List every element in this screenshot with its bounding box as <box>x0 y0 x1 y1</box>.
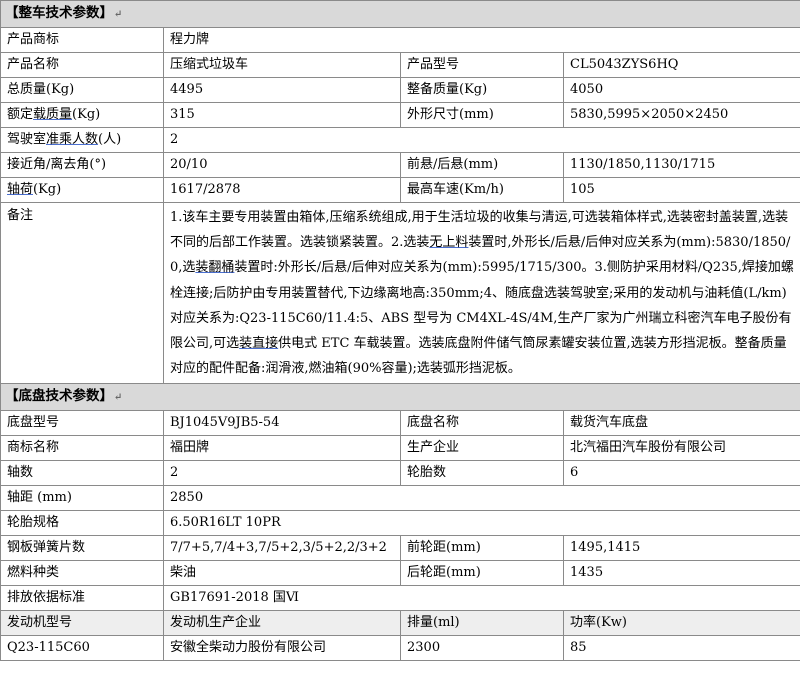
spec-table: 【整车技术参数】↵ 产品商标 程力牌 产品名称 压缩式垃圾车 产品型号 CL50… <box>0 0 800 662</box>
axle-load-label-unit: (Kg) <box>33 182 62 197</box>
brand-label: 产品商标 <box>0 27 164 53</box>
table-row: 额定载质量(Kg) 315 外形尺寸(mm) 5830,5995×2050×24… <box>0 102 800 128</box>
cab-seats-value: 2 <box>162 127 800 153</box>
remark-underlined: 无上料 <box>429 235 469 251</box>
table-row: 轴距 (mm) 2850 <box>0 485 800 512</box>
axles-value: 2 <box>163 460 401 487</box>
engine-maker-value: 安徽全柴动力股份有限公司 <box>163 635 401 662</box>
total-mass-label: 总质量(Kg) <box>0 77 164 103</box>
table-row: 驾驶室准乘人数(人) 2 <box>0 127 800 153</box>
rated-load-label-unit: (Kg) <box>72 107 101 122</box>
chassis-model-label: 底盘型号 <box>0 410 164 437</box>
chassis-brand-label: 商标名称 <box>0 435 164 462</box>
engine-model-header: 发动机型号 <box>0 610 164 637</box>
rated-load-value: 315 <box>163 102 401 128</box>
emission-value: GB17691-2018 国Ⅵ <box>162 585 800 612</box>
table-row: 总质量(Kg) 4495 整备质量(Kg) 4050 <box>0 77 800 103</box>
total-mass-value: 4495 <box>163 77 401 103</box>
product-name-label: 产品名称 <box>0 52 164 78</box>
chassis-name-label: 底盘名称 <box>400 410 564 437</box>
tire-spec-value: 6.50R16LT 10PR <box>162 510 800 537</box>
engine-maker-header: 发动机生产企业 <box>163 610 401 637</box>
remark-label: 备注 <box>0 201 164 385</box>
chassis-maker-value: 北汽福田汽车股份有限公司 <box>562 435 800 462</box>
power-value: 85 <box>562 635 800 662</box>
springs-value: 7/7+5,7/4+3,7/5+2,3/5+2,2/3+2 <box>163 535 401 562</box>
max-speed-label: 最高车速(Km/h) <box>400 177 564 203</box>
section-title: 【整车技术参数】 <box>5 5 113 21</box>
product-model-label: 产品型号 <box>400 52 564 78</box>
table-row: 商标名称 福田牌 生产企业 北汽福田汽车股份有限公司 <box>0 435 800 462</box>
axles-label: 轴数 <box>0 460 164 487</box>
fuel-value: 柴油 <box>163 560 401 587</box>
engine-header-row: 发动机型号 发动机生产企业 排量(ml) 功率(Kw) <box>0 610 800 637</box>
angles-label: 接近角/离去角(°) <box>0 152 164 178</box>
remark-underlined: 装直接 <box>239 336 279 352</box>
dimensions-label: 外形尺寸(mm) <box>400 102 564 128</box>
engine-model-value: Q23-115C60 <box>0 635 164 662</box>
engine-data-row: Q23-115C60 安徽全柴动力股份有限公司 2300 85 <box>0 635 800 662</box>
angles-value: 20/10 <box>163 152 401 178</box>
emission-label: 排放依据标准 <box>0 585 164 612</box>
tires-count-value: 6 <box>562 460 800 487</box>
table-row: 钢板弹簧片数 7/7+5,7/4+3,7/5+2,3/5+2,2/3+2 前轮距… <box>0 535 800 562</box>
axle-load-label-underlined: 轴荷 <box>7 182 34 197</box>
rear-track-label: 后轮距(mm) <box>400 560 564 587</box>
chassis-maker-label: 生产企业 <box>400 435 564 462</box>
table-row: 产品名称 压缩式垃圾车 产品型号 CL5043ZYS6HQ <box>0 52 800 78</box>
rated-load-label-underlined: 载质量 <box>33 107 73 122</box>
return-mark-icon: ↵ <box>114 392 123 404</box>
vehicle-section-header: 【整车技术参数】↵ <box>0 0 800 28</box>
table-row: 轴数 2 轮胎数 6 <box>0 460 800 487</box>
displacement-value: 2300 <box>400 635 564 662</box>
remark-underlined: 装翻桶 <box>195 260 235 276</box>
brand-value: 程力牌 <box>162 27 800 53</box>
table-row: 轮胎规格 6.50R16LT 10PR <box>0 510 800 537</box>
table-row: 接近角/离去角(°) 20/10 前悬/后悬(mm) 1130/1850,113… <box>0 152 800 178</box>
springs-label: 钢板弹簧片数 <box>0 535 164 562</box>
fuel-label: 燃料种类 <box>0 560 164 587</box>
chassis-section-header: 【底盘技术参数】↵ <box>0 383 800 412</box>
cab-seats-label-unit: (人) <box>98 132 122 147</box>
tire-spec-label: 轮胎规格 <box>0 510 164 537</box>
chassis-model-value: BJ1045V9JB5-54 <box>163 410 401 437</box>
chassis-brand-value: 福田牌 <box>163 435 401 462</box>
product-name-value: 压缩式垃圾车 <box>163 52 401 78</box>
axle-load-label: 轴荷(Kg) <box>0 177 164 203</box>
wheelbase-value: 2850 <box>162 485 800 512</box>
table-row: 轴荷(Kg) 1617/2878 最高车速(Km/h) 105 <box>0 177 800 203</box>
wheelbase-label: 轴距 (mm) <box>0 485 164 512</box>
table-row: 产品商标 程力牌 <box>0 27 800 53</box>
curb-mass-value: 4050 <box>562 77 800 103</box>
rear-track-value: 1435 <box>562 560 800 587</box>
remark-row: 备注 1.该车主要专用装置由箱体,压缩系统组成,用于生活垃圾的收集与清运,可选装… <box>0 201 800 385</box>
power-header: 功率(Kw) <box>562 610 800 637</box>
curb-mass-label: 整备质量(Kg) <box>400 77 564 103</box>
rated-load-label-part: 额定 <box>7 107 34 122</box>
overhang-value: 1130/1850,1130/1715 <box>562 152 800 178</box>
section-title: 【底盘技术参数】 <box>5 388 113 405</box>
rated-load-label: 额定载质量(Kg) <box>0 102 164 128</box>
table-row: 排放依据标准 GB17691-2018 国Ⅵ <box>0 585 800 612</box>
overhang-label: 前悬/后悬(mm) <box>400 152 564 178</box>
front-track-value: 1495,1415 <box>562 535 800 562</box>
table-row: 底盘型号 BJ1045V9JB5-54 底盘名称 载货汽车底盘 <box>0 410 800 437</box>
product-model-value: CL5043ZYS6HQ <box>562 52 800 78</box>
axle-load-value: 1617/2878 <box>163 177 401 203</box>
return-mark-icon: ↵ <box>114 9 123 20</box>
chassis-name-value: 载货汽车底盘 <box>562 410 800 437</box>
table-row: 燃料种类 柴油 后轮距(mm) 1435 <box>0 560 800 587</box>
spec-document: 【整车技术参数】↵ 产品商标 程力牌 产品名称 压缩式垃圾车 产品型号 CL50… <box>0 0 800 700</box>
dimensions-value: 5830,5995×2050×2450 <box>562 102 800 128</box>
cab-seats-label-underlined: 准乘人数 <box>46 132 99 147</box>
max-speed-value: 105 <box>562 177 800 203</box>
displacement-header: 排量(ml) <box>400 610 564 637</box>
cab-seats-label: 驾驶室准乘人数(人) <box>0 127 164 153</box>
cab-seats-label-part: 驾驶室 <box>7 132 47 147</box>
front-track-label: 前轮距(mm) <box>400 535 564 562</box>
tires-count-label: 轮胎数 <box>400 460 564 487</box>
remark-text: 1.该车主要专用装置由箱体,压缩系统组成,用于生活垃圾的收集与清运,可选装箱体样… <box>162 201 800 385</box>
